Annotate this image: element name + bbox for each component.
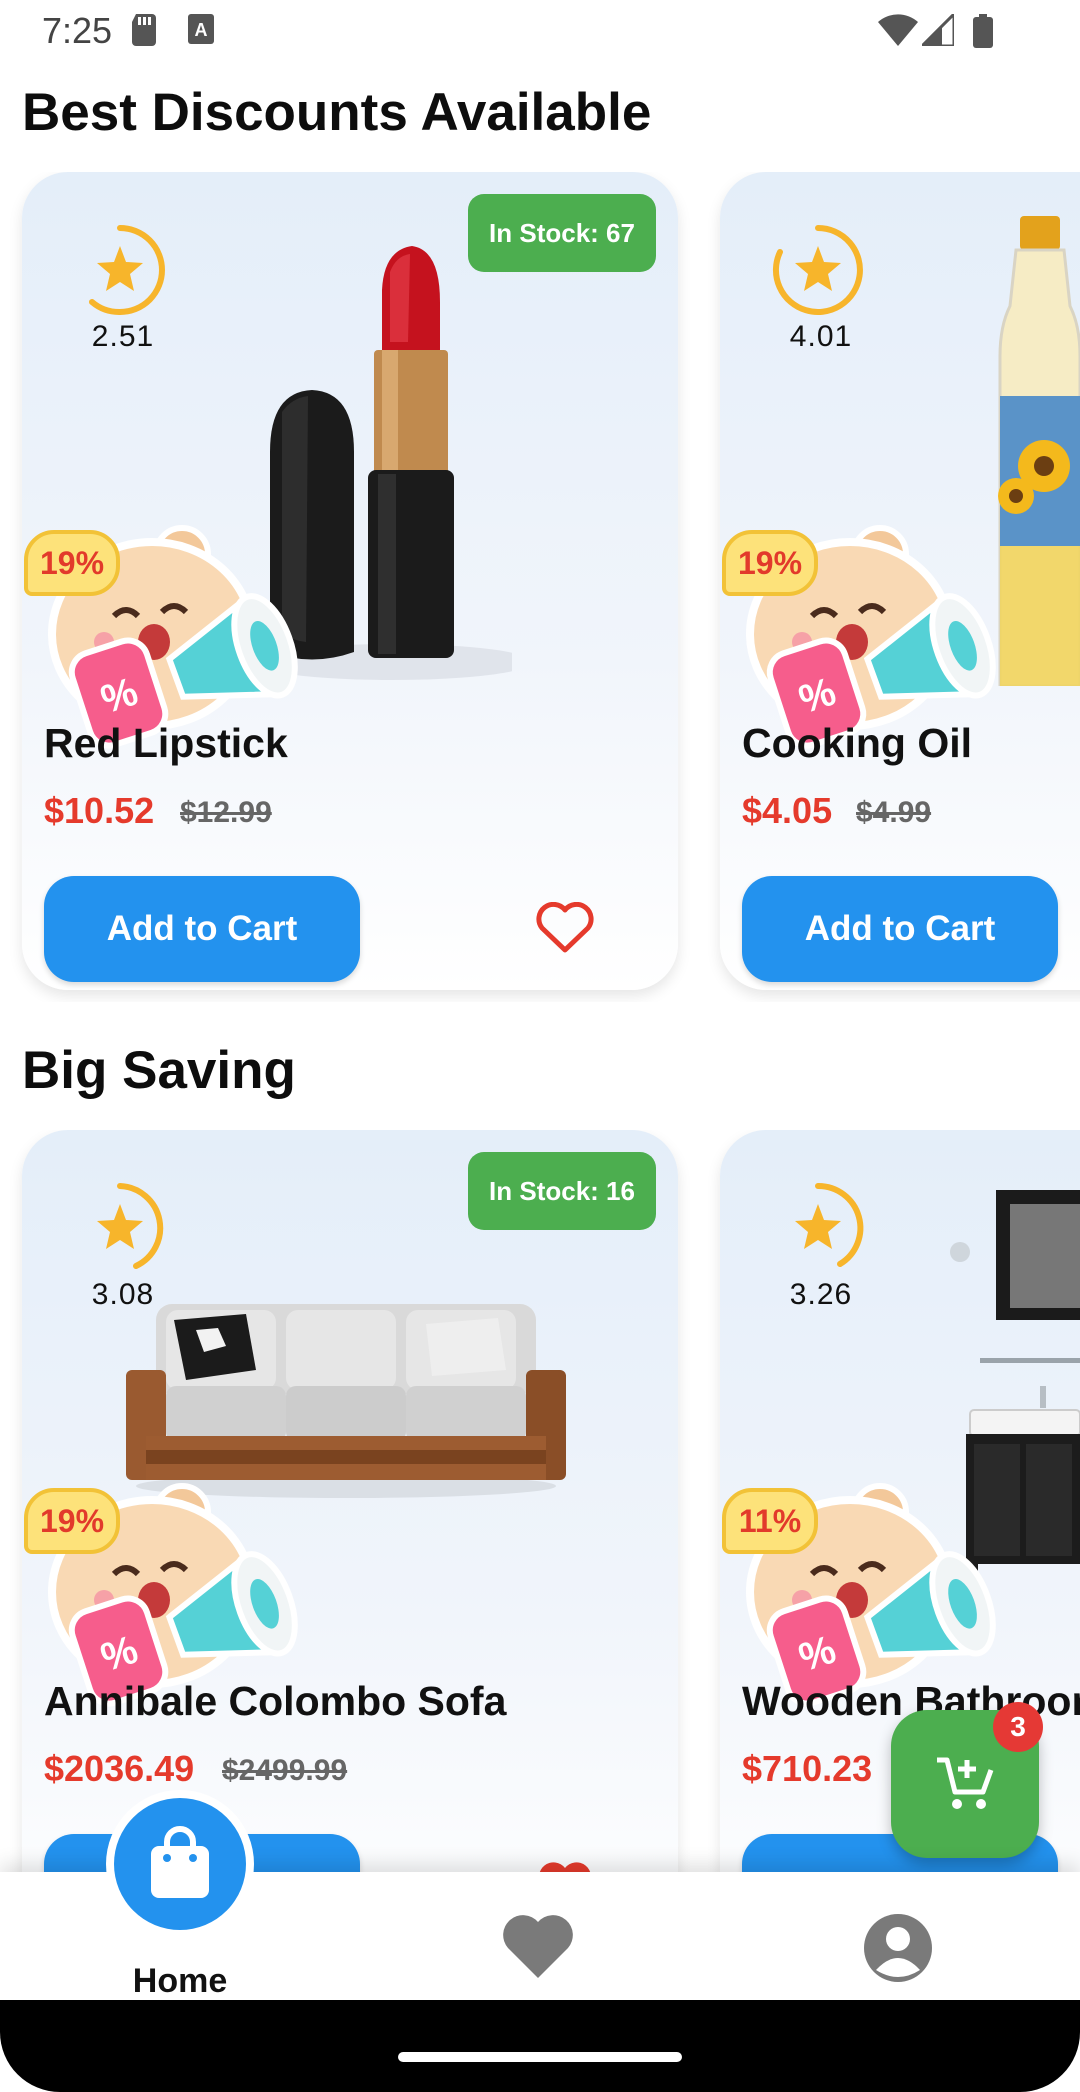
nav-home-button[interactable] bbox=[106, 1790, 254, 1938]
rating-star-icon bbox=[89, 225, 165, 316]
svg-text:A: A bbox=[195, 20, 208, 40]
product-name: Cooking Oil bbox=[742, 720, 973, 766]
wifi-icon bbox=[878, 14, 918, 46]
rating-star-icon bbox=[795, 1182, 864, 1267]
price-current: $10.52 bbox=[44, 790, 155, 831]
stock-badge: In Stock: 16 bbox=[468, 1152, 656, 1230]
sd-card-icon bbox=[132, 14, 156, 46]
heart-outline-icon[interactable] bbox=[536, 902, 594, 954]
cart-fab-button[interactable]: 3 bbox=[891, 1702, 1043, 1858]
rating-star-icon bbox=[97, 1183, 164, 1269]
price-current: $710.23 bbox=[742, 1748, 873, 1789]
gesture-handle[interactable] bbox=[398, 2052, 682, 2062]
price-original: $2499.99 bbox=[222, 1754, 348, 1787]
rating-value: 3.26 bbox=[789, 1278, 853, 1311]
discount-badge: 19% bbox=[24, 530, 120, 596]
nav-profile-icon[interactable] bbox=[862, 1912, 934, 1984]
price-original: $12.99 bbox=[180, 796, 272, 829]
sofa-image bbox=[126, 1304, 566, 1498]
section-title: Best Discounts Available bbox=[22, 83, 652, 142]
nav-home-label: Home bbox=[132, 1962, 228, 2000]
price-current: $2036.49 bbox=[44, 1748, 195, 1789]
nav-favorites-heart-icon[interactable] bbox=[500, 1912, 576, 1982]
rating-value: 4.01 bbox=[789, 320, 853, 353]
status-bar: 7:25 A bbox=[0, 0, 1080, 62]
rating-value: 2.51 bbox=[91, 320, 155, 353]
cart-count-badge: 3 bbox=[993, 1702, 1043, 1752]
product-row[interactable]: In Stock: 67 2.51 % 19% Red Lipstick $10… bbox=[0, 172, 1080, 1002]
discount-badge: 11% bbox=[722, 1488, 818, 1554]
home-circle bbox=[114, 1798, 246, 1930]
section-title: Big Saving bbox=[22, 1041, 296, 1100]
product-card[interactable]: 4.01 % 19% Cooking Oil $4.05 $4.99 Add t… bbox=[720, 172, 1080, 990]
add-shopping-cart-icon bbox=[937, 1757, 994, 1809]
product-name: Annibale Colombo Sofa bbox=[44, 1678, 507, 1724]
keyboard-a-icon: A bbox=[188, 14, 214, 44]
add-to-cart-button[interactable]: Add to Cart bbox=[742, 876, 1058, 982]
signal-icon bbox=[922, 14, 954, 46]
price-original: $4.99 bbox=[856, 796, 932, 829]
shopping-bag-icon bbox=[151, 1826, 209, 1898]
product-name: Red Lipstick bbox=[44, 720, 288, 766]
price-current: $4.05 bbox=[742, 790, 833, 831]
add-to-cart-button[interactable]: Add to Cart bbox=[44, 876, 360, 982]
product-card[interactable]: In Stock: 67 2.51 % 19% Red Lipstick $10… bbox=[22, 172, 678, 990]
battery-icon bbox=[973, 14, 993, 48]
discount-badge: 19% bbox=[24, 1488, 120, 1554]
status-time: 7:25 bbox=[42, 10, 113, 51]
discount-badge: 19% bbox=[722, 530, 818, 596]
rating-star-icon bbox=[773, 225, 863, 315]
